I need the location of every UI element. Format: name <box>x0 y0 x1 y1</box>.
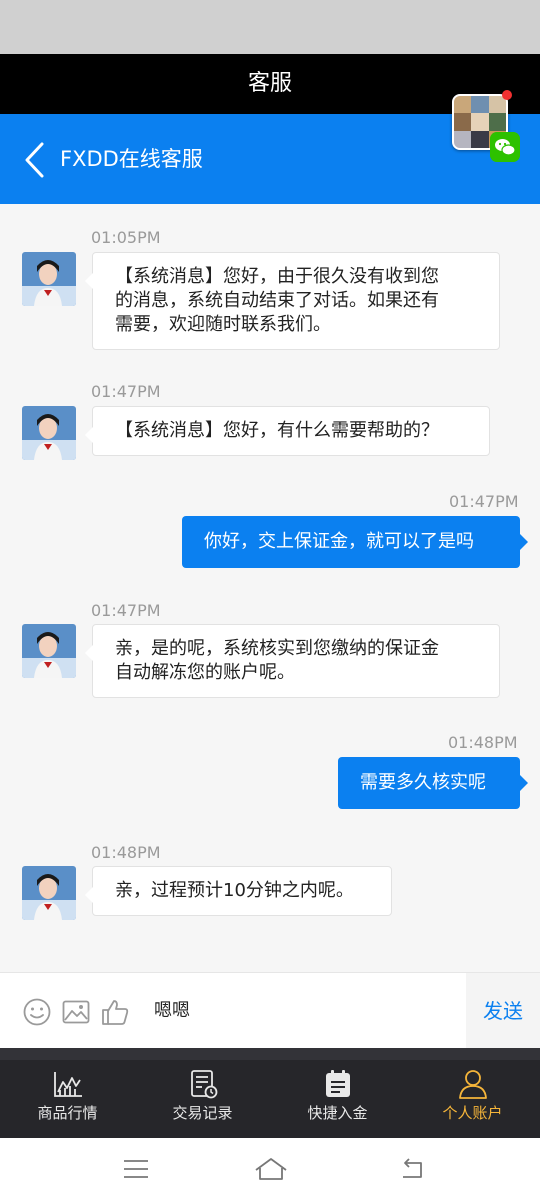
home-icon[interactable] <box>254 1154 288 1184</box>
record-icon <box>191 1070 218 1099</box>
message-line: 【系统消息】您好，有什么需要帮助的？ <box>115 420 439 441</box>
message-line: 亲，是的呢，系统核实到您缴纳的保证金 <box>115 638 439 659</box>
incoming-message: 【系统消息】您好，有什么需要帮助的？ <box>85 406 490 456</box>
incoming-message: 亲，是的呢，系统核实到您缴纳的保证金 自动解冻您的账户呢。 <box>85 624 500 698</box>
message-line: 需要，欢迎随时联系我们。 <box>115 314 331 335</box>
wechat-icon[interactable] <box>490 132 520 162</box>
tab-label: 商品行情 <box>37 1104 98 1122</box>
back-nav-icon[interactable] <box>397 1154 427 1184</box>
outgoing-message: 需要多久核实呢 <box>338 757 528 809</box>
message-input-bar: 嗯嗯 发送 <box>0 972 540 1049</box>
chat-area[interactable]: 01:05PM 【系统消息】您好，由于很久没有收到您 的消息，系统自动结束了对话… <box>0 204 540 972</box>
emoji-icon[interactable] <box>22 997 52 1027</box>
message-line: 的消息，系统自动结束了对话。如果还有 <box>115 290 439 311</box>
message-time: 01:47PM <box>91 601 161 620</box>
chart-icon <box>54 1072 82 1097</box>
agent-avatar <box>22 406 76 460</box>
message-line: 【系统消息】您好，由于很久没有收到您 <box>115 266 439 287</box>
message-time: 01:47PM <box>91 382 161 401</box>
message-time: 01:48PM <box>91 843 161 862</box>
status-bar <box>0 0 540 54</box>
tab-label: 个人账户 <box>442 1104 503 1122</box>
system-nav-bar <box>0 1138 540 1200</box>
back-arrow-icon[interactable] <box>22 140 48 180</box>
message-time: 01:48PM <box>448 733 518 752</box>
outgoing-message: 你好，交上保证金，就可以了是吗 <box>182 516 528 568</box>
send-button[interactable]: 发送 <box>466 973 540 1049</box>
message-line: 自动解冻您的账户呢。 <box>115 662 295 683</box>
message-time: 01:05PM <box>91 228 161 247</box>
agent-avatar <box>22 866 76 920</box>
notification-dot <box>502 90 512 100</box>
agent-avatar <box>22 252 76 306</box>
tab-label: 快捷入金 <box>307 1104 368 1122</box>
calendar-icon <box>326 1070 350 1097</box>
bottom-tab-bar: 商品行情 交易记录 快捷入金 个人账户 <box>0 1048 540 1138</box>
incoming-message: 亲，过程预计10分钟之内呢。 <box>85 866 392 916</box>
tab-quick-deposit[interactable]: 快捷入金 <box>270 1060 405 1138</box>
tab-market[interactable]: 商品行情 <box>0 1060 135 1138</box>
user-icon <box>459 1070 487 1099</box>
tab-label: 交易记录 <box>172 1104 233 1122</box>
tab-personal-account[interactable]: 个人账户 <box>405 1060 540 1138</box>
message-input[interactable]: 嗯嗯 <box>140 973 466 1049</box>
menu-icon[interactable] <box>121 1154 151 1184</box>
message-time: 01:47PM <box>449 492 519 511</box>
incoming-message: 【系统消息】您好，由于很久没有收到您 的消息，系统自动结束了对话。如果还有 需要… <box>85 252 500 350</box>
image-icon[interactable] <box>61 997 91 1027</box>
message-line: 亲，过程预计10分钟之内呢。 <box>115 880 354 901</box>
agent-avatar <box>22 624 76 678</box>
tab-trade-records[interactable]: 交易记录 <box>135 1060 270 1138</box>
thumbs-up-icon[interactable] <box>100 997 130 1027</box>
chat-title: FXDD在线客服 <box>60 147 203 171</box>
